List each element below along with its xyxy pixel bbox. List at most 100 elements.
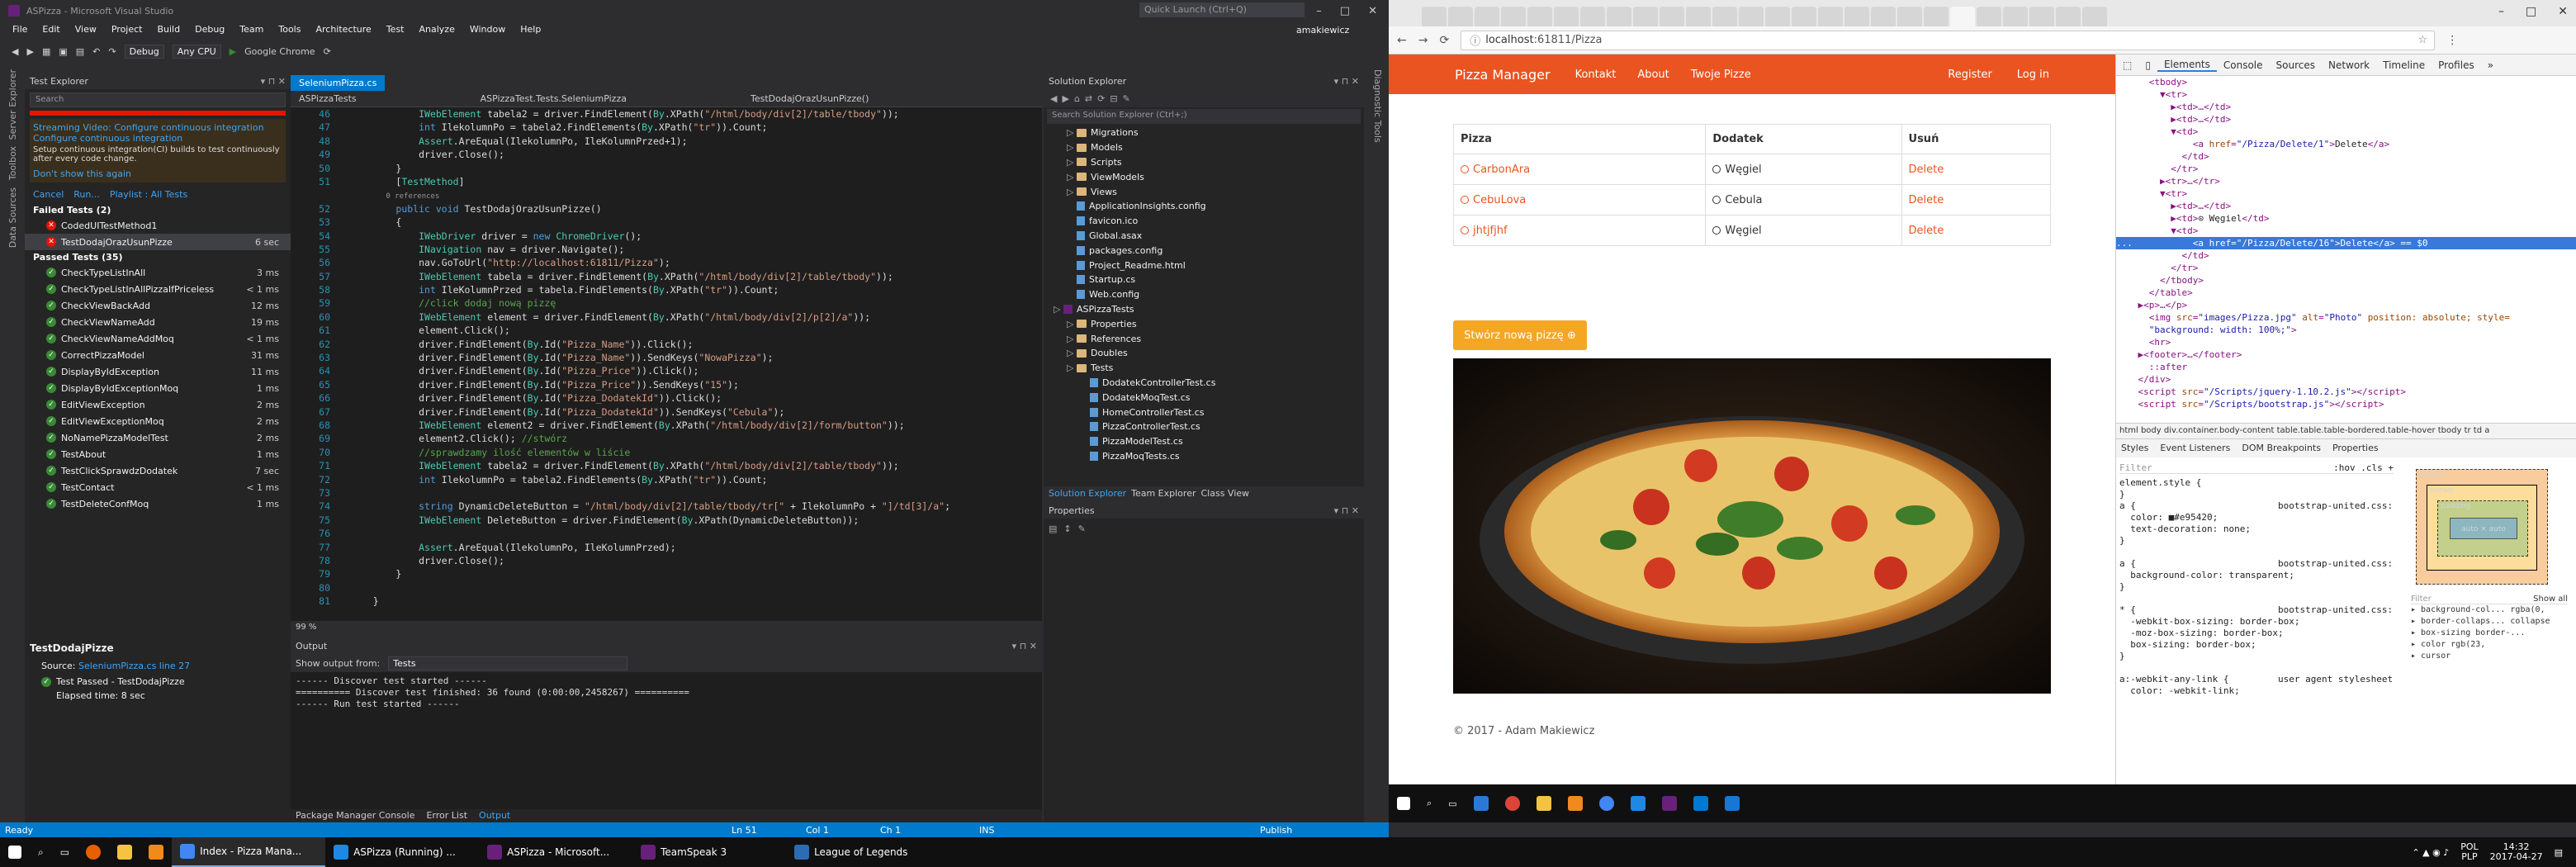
- expand-icon[interactable]: ▷: [1067, 348, 1077, 358]
- nav-kontakt[interactable]: Kontakt: [1575, 69, 1617, 81]
- menu-architecture[interactable]: Architecture: [308, 21, 378, 40]
- test-row[interactable]: ✓ DisplayByIdExceptionMoq 1 ms: [25, 380, 291, 396]
- test-row[interactable]: ✓ TestContact < 1 ms: [25, 479, 291, 495]
- forward-icon[interactable]: ▶: [1062, 93, 1068, 104]
- banner-title[interactable]: Streaming Video: Configure continuous in…: [33, 122, 282, 133]
- new-project-icon[interactable]: ▦: [42, 46, 50, 57]
- run-icon[interactable]: ▶: [230, 46, 236, 57]
- menu-help[interactable]: Help: [513, 21, 548, 40]
- styles-tab-event-listeners[interactable]: Event Listeners: [2160, 443, 2230, 454]
- browser-tab[interactable]: [1871, 7, 1896, 26]
- passed-tests-header[interactable]: Passed Tests (35): [25, 250, 291, 264]
- inspect-icon[interactable]: ⬚: [2116, 59, 2138, 71]
- maximize-icon[interactable]: □: [2526, 5, 2536, 18]
- test-row[interactable]: ✕ TestDodajOrazUsunPizze 6 sec: [25, 234, 291, 250]
- test-row[interactable]: ✓ CheckTypeListInAllPizzaIfPriceless < 1 m…: [25, 281, 291, 297]
- browser-tab[interactable]: [2003, 7, 2028, 26]
- test-row[interactable]: ✓ CheckViewBackAdd 12 ms: [25, 297, 291, 314]
- tab-solution-explorer[interactable]: Solution Explorer: [1049, 488, 1126, 499]
- test-row[interactable]: ✓ CheckViewNameAdd 19 ms: [25, 314, 291, 330]
- computed-property[interactable]: ▸ background-col... rgba(0,: [2411, 604, 2568, 616]
- tree-item[interactable]: DodatekMoqTest.cs: [1044, 390, 1364, 405]
- run-target-select[interactable]: Google Chrome: [244, 46, 315, 57]
- browser-tab[interactable]: [1633, 7, 1658, 26]
- edge-icon[interactable]: [1630, 796, 1646, 811]
- publish-button[interactable]: Publish: [1260, 825, 1292, 836]
- expand-icon[interactable]: ▷: [1054, 304, 1063, 315]
- show-all-checkbox[interactable]: Show all: [2533, 595, 2568, 604]
- refresh-icon[interactable]: ⟳: [324, 46, 331, 57]
- user-name[interactable]: amakiewicz: [1296, 25, 1349, 36]
- search-icon[interactable]: ⌕: [30, 837, 52, 867]
- firefox-icon[interactable]: [78, 837, 109, 867]
- test-row[interactable]: ✓ TestDeleteConfMoq 1 ms: [25, 495, 291, 512]
- expand-icon[interactable]: ▷: [1067, 127, 1077, 138]
- test-row[interactable]: ✓ EditViewException 2 ms: [25, 396, 291, 413]
- pizza-link[interactable]: CarbonAra: [1461, 163, 1530, 176]
- tree-item[interactable]: ▷ Tests: [1044, 361, 1364, 376]
- nav-twoje-pizze[interactable]: Twoje Pizze: [1691, 69, 1751, 81]
- menu-window[interactable]: Window: [462, 21, 513, 40]
- test-row[interactable]: ✓ TestAbout 1 ms: [25, 446, 291, 462]
- test-action-playlistalltests[interactable]: Playlist : All Tests: [110, 189, 187, 200]
- test-row[interactable]: ✕ CodedUITestMethod1: [25, 217, 291, 234]
- test-row[interactable]: ✓ CheckTypeListInAll 3 ms: [25, 264, 291, 281]
- browser-tab[interactable]: [1527, 7, 1552, 26]
- bottom-tab-output[interactable]: Output: [474, 808, 515, 822]
- nav-member[interactable]: TestDodajOrazUsunPizze(): [751, 93, 869, 104]
- categorized-icon[interactable]: ▤: [1049, 524, 1057, 534]
- test-row[interactable]: ✓ TestClickSprawdzDodatek 7 sec: [25, 462, 291, 479]
- forward-icon[interactable]: ▶: [26, 46, 33, 57]
- devtools-tab-timeline[interactable]: Timeline: [2376, 59, 2432, 71]
- browser-tab[interactable]: [1501, 7, 1526, 26]
- site-brand[interactable]: Pizza Manager: [1455, 67, 1551, 83]
- quick-launch-input[interactable]: Quick Launch (Ctrl+Q): [1139, 2, 1305, 17]
- tree-item[interactable]: ▷ References: [1044, 331, 1364, 346]
- pizza-link[interactable]: jhtjfjhf: [1461, 225, 1508, 237]
- save-icon[interactable]: ▤: [76, 46, 84, 57]
- open-icon[interactable]: ▣: [59, 46, 67, 57]
- devtools-tab-console[interactable]: Console: [2217, 59, 2270, 71]
- delete-link[interactable]: Delete: [1909, 194, 1944, 206]
- reload-icon[interactable]: ⟳: [1439, 34, 1449, 47]
- info-icon[interactable]: ⓘ: [1470, 32, 1480, 48]
- files-icon[interactable]: [1536, 796, 1551, 811]
- close-icon[interactable]: ▾ ⊓ ✕: [1012, 641, 1037, 651]
- windows-start-icon[interactable]: [1397, 797, 1410, 810]
- vscode-icon[interactable]: [1693, 796, 1708, 811]
- nav-log-in[interactable]: Log in: [2017, 69, 2049, 81]
- device-icon[interactable]: ▯: [2138, 59, 2157, 71]
- chrome-active-icon[interactable]: [1598, 796, 1614, 811]
- banner-link[interactable]: Configure continuous integration: [33, 133, 282, 144]
- dont-show-link[interactable]: Don't show this again: [33, 168, 282, 179]
- delete-link[interactable]: Delete: [1909, 225, 1944, 237]
- tree-item[interactable]: ▷ Views: [1044, 184, 1364, 199]
- tab-class-view[interactable]: Class View: [1200, 488, 1249, 499]
- browser-tab[interactable]: [1422, 7, 1447, 26]
- sync-icon[interactable]: ⇄: [1085, 93, 1092, 104]
- computed-property[interactable]: ▸ border-collaps... collapse: [2411, 616, 2568, 628]
- back-icon[interactable]: ◀: [1050, 93, 1057, 104]
- expand-icon[interactable]: ▷: [1067, 172, 1077, 182]
- menu-team[interactable]: Team: [232, 21, 271, 40]
- delete-link[interactable]: Delete: [1909, 163, 1944, 176]
- dom-tree[interactable]: <tbody> ▼<tr> ▶<td>…</td> ▶<td>…</td> ▼<…: [2116, 76, 2576, 423]
- home-icon[interactable]: ⌂: [1074, 93, 1080, 104]
- output-source-select[interactable]: Tests: [388, 656, 628, 670]
- styles-filter-input[interactable]: Filter: [2119, 462, 2152, 473]
- computed-filter[interactable]: Filter: [2411, 595, 2432, 604]
- tree-item[interactable]: ▷ ASPizzaTests: [1044, 302, 1364, 317]
- menu-edit[interactable]: Edit: [35, 21, 67, 40]
- styles-tab-styles[interactable]: Styles: [2121, 443, 2148, 454]
- tree-item[interactable]: ▷ Migrations: [1044, 126, 1364, 140]
- styles-pane[interactable]: Filter :hov .cls + element.style {} a { b…: [2116, 459, 2397, 784]
- test-action-cancel[interactable]: Cancel: [33, 189, 64, 200]
- keyboard-indicator[interactable]: PLP: [2461, 851, 2477, 862]
- menu-project[interactable]: Project: [104, 21, 150, 40]
- expand-icon[interactable]: ▷: [1067, 157, 1077, 168]
- files-icon[interactable]: [109, 837, 140, 867]
- browser-tab[interactable]: [2029, 7, 2054, 26]
- task-view-icon[interactable]: ▭: [1448, 798, 1456, 809]
- url-input[interactable]: ⓘ localhost:61811/Pizza ☆: [1461, 30, 2436, 50]
- browser-tab[interactable]: [1739, 7, 1764, 26]
